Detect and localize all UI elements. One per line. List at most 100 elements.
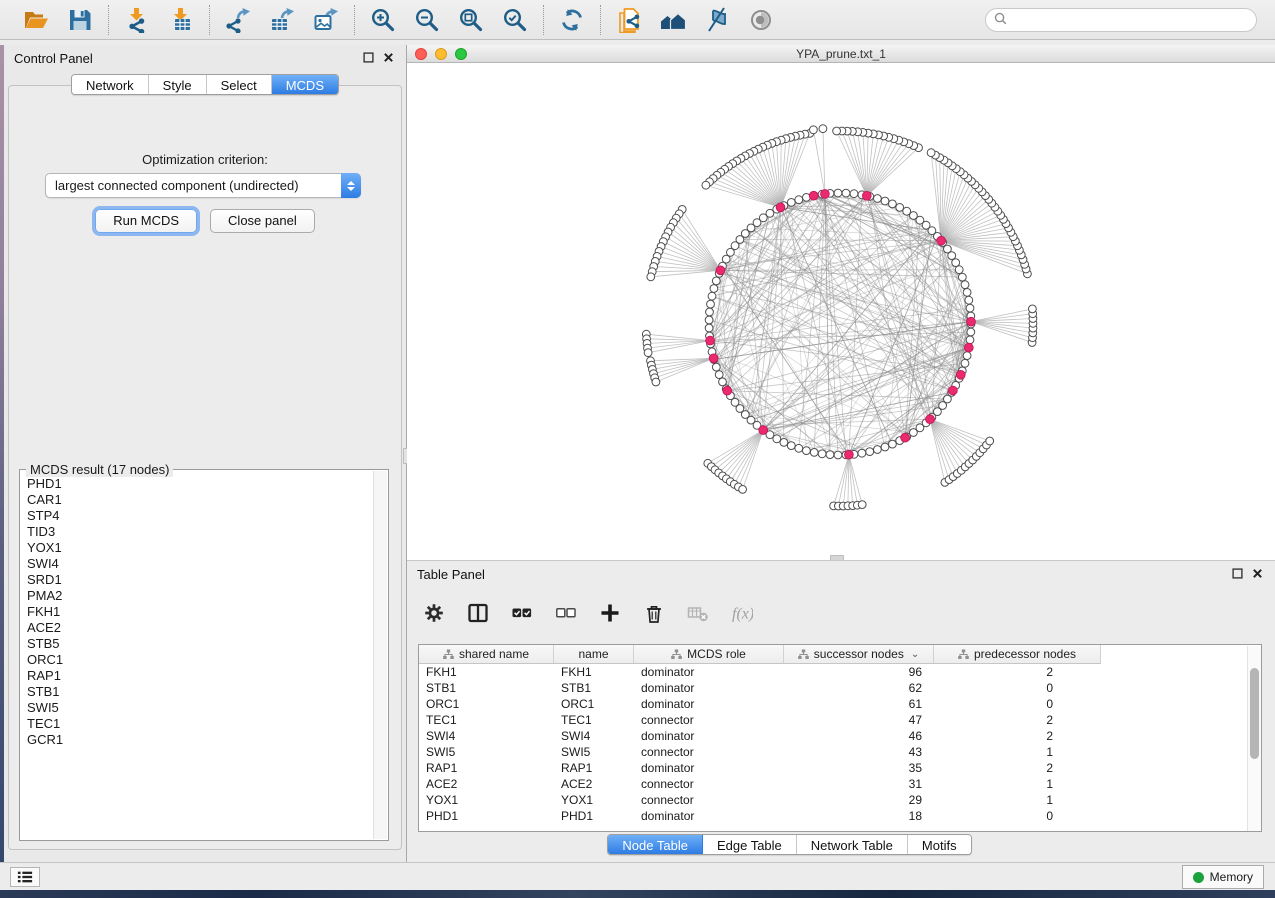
zoom-out-button[interactable] <box>412 5 442 35</box>
zoom-in-button[interactable] <box>368 5 398 35</box>
mcds-result-node[interactable]: SWI4 <box>27 556 372 572</box>
memory-button[interactable]: Memory <box>1182 865 1264 889</box>
network-graph-canvas[interactable] <box>407 63 1275 560</box>
mcds-result-node[interactable]: SRD1 <box>27 572 372 588</box>
table-row[interactable]: PHD1PHD1dominator180 <box>419 808 1101 824</box>
cell-MCDS-role: connector <box>634 792 784 808</box>
select-stepper-icon <box>341 173 361 198</box>
mcds-result-node[interactable]: PHD1 <box>27 476 372 492</box>
table-row[interactable]: SWI4SWI4dominator462 <box>419 728 1101 744</box>
tab-mcds[interactable]: MCDS <box>272 75 338 94</box>
share-document-button[interactable] <box>614 5 644 35</box>
control-panel-title: Control Panel <box>4 51 93 66</box>
tab-select[interactable]: Select <box>207 75 272 94</box>
mcds-result-node[interactable]: SWI5 <box>27 700 372 716</box>
cell-predecessor-nodes: 1 <box>934 776 1101 792</box>
criterion-selected-value: largest connected component (undirected) <box>46 178 342 193</box>
column-header-name[interactable]: name <box>554 645 634 663</box>
tab-network[interactable]: Network <box>72 75 149 94</box>
mcds-result-node[interactable]: CAR1 <box>27 492 372 508</box>
table-scrollbar-thumb[interactable] <box>1250 668 1259 759</box>
mcds-result-node[interactable]: TEC1 <box>27 716 372 732</box>
close-panel-icon[interactable] <box>383 51 394 66</box>
export-image-button[interactable] <box>311 5 341 35</box>
cell-shared-name: ORC1 <box>419 696 554 712</box>
table-scrollbar[interactable] <box>1247 646 1261 831</box>
mcds-result-scrollbar[interactable] <box>373 471 387 839</box>
home-button[interactable] <box>658 5 688 35</box>
cell-name: SWI4 <box>554 728 634 744</box>
run-mcds-button[interactable]: Run MCDS <box>95 209 197 233</box>
mcds-result-node[interactable]: ORC1 <box>27 652 372 668</box>
mcds-result-node[interactable]: ACE2 <box>27 620 372 636</box>
cell-shared-name: FKH1 <box>419 664 554 680</box>
select-all-button[interactable] <box>509 600 535 626</box>
task-history-button[interactable] <box>10 867 40 887</box>
mcds-result-node[interactable]: PMA2 <box>27 588 372 604</box>
table-tab-network-table[interactable]: Network Table <box>797 835 908 854</box>
column-header-predecessor-nodes[interactable]: predecessor nodes <box>934 645 1101 663</box>
search-input[interactable] <box>1012 13 1248 27</box>
table-row[interactable]: ACE2ACE2connector311 <box>419 776 1101 792</box>
deselect-all-button[interactable] <box>553 600 579 626</box>
show-graphics-details-button[interactable] <box>746 5 776 35</box>
mcds-tab-content: Optimization criterion: largest connecte… <box>8 85 402 850</box>
refresh-button[interactable] <box>557 5 587 35</box>
save-session-button[interactable] <box>65 5 95 35</box>
table-tab-motifs[interactable]: Motifs <box>908 835 971 854</box>
table-tab-edge-table[interactable]: Edge Table <box>703 835 797 854</box>
delete-row-button[interactable] <box>641 600 667 626</box>
mcds-result-node[interactable]: STB1 <box>27 684 372 700</box>
close-panel-button[interactable]: Close panel <box>210 209 315 233</box>
column-header-shared-name[interactable]: shared name <box>419 645 554 663</box>
table-tab-node-table[interactable]: Node Table <box>608 835 703 854</box>
table-row[interactable]: ORC1ORC1dominator610 <box>419 696 1101 712</box>
cell-name: SWI5 <box>554 744 634 760</box>
table-panel-header: Table Panel <box>407 561 1275 587</box>
mcds-result-node[interactable]: STP4 <box>27 508 372 524</box>
table-row[interactable]: STB1STB1dominator620 <box>419 680 1101 696</box>
zoom-fit-button[interactable] <box>456 5 486 35</box>
search-field[interactable] <box>985 8 1257 32</box>
table-row[interactable]: TEC1TEC1connector472 <box>419 712 1101 728</box>
cell-name: ORC1 <box>554 696 634 712</box>
settings-button[interactable] <box>421 600 447 626</box>
close-table-panel-icon[interactable] <box>1252 567 1263 582</box>
column-header-MCDS-role[interactable]: MCDS role <box>634 645 784 663</box>
zoom-selected-button[interactable] <box>500 5 530 35</box>
float-panel-icon[interactable] <box>363 51 374 66</box>
columns-button[interactable] <box>465 600 491 626</box>
table-row[interactable]: YOX1YOX1connector291 <box>419 792 1101 808</box>
tab-style[interactable]: Style <box>149 75 207 94</box>
mcds-result-groupbox: MCDS result (17 nodes) PHD1CAR1STP4TID3Y… <box>19 469 389 841</box>
cell-MCDS-role: dominator <box>634 680 784 696</box>
export-network-button[interactable] <box>223 5 253 35</box>
float-table-panel-icon[interactable] <box>1232 567 1243 582</box>
mcds-result-node[interactable]: STB5 <box>27 636 372 652</box>
table-row[interactable]: RAP1RAP1dominator352 <box>419 760 1101 776</box>
import-network-button[interactable] <box>122 5 152 35</box>
cell-successor-nodes: 62 <box>784 680 934 696</box>
mcds-result-node[interactable]: GCR1 <box>27 732 372 748</box>
cell-successor-nodes: 61 <box>784 696 934 712</box>
column-header-successor-nodes[interactable]: successor nodes⌄ <box>784 645 934 663</box>
mcds-result-node[interactable]: RAP1 <box>27 668 372 684</box>
open-file-button[interactable] <box>21 5 51 35</box>
export-table-button[interactable] <box>267 5 297 35</box>
mcds-result-node[interactable]: FKH1 <box>27 604 372 620</box>
criterion-select[interactable]: largest connected component (undirected) <box>45 173 361 198</box>
status-bar: Memory <box>0 862 1275 890</box>
mcds-result-node[interactable]: TID3 <box>27 524 372 540</box>
cell-MCDS-role: connector <box>634 712 784 728</box>
cell-predecessor-nodes: 1 <box>934 744 1101 760</box>
mcds-result-node[interactable]: YOX1 <box>27 540 372 556</box>
cell-predecessor-nodes: 2 <box>934 664 1101 680</box>
add-row-button[interactable] <box>597 600 623 626</box>
cell-name: ACE2 <box>554 776 634 792</box>
network-view-window: YPA_prune.txt_1 <box>407 45 1275 560</box>
import-table-button[interactable] <box>166 5 196 35</box>
table-row[interactable]: FKH1FKH1dominator962 <box>419 664 1101 680</box>
table-row[interactable]: SWI5SWI5connector431 <box>419 744 1101 760</box>
cell-successor-nodes: 29 <box>784 792 934 808</box>
hide-graphics-details-button[interactable] <box>702 5 732 35</box>
